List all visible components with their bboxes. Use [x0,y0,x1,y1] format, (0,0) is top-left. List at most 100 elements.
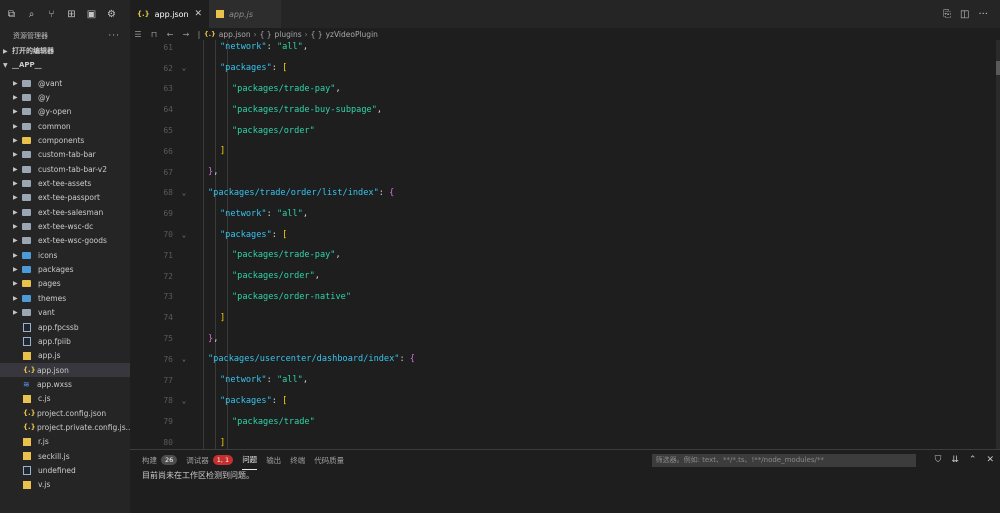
tree-item-label: ext-tee-salesman [38,207,104,217]
tree-folder[interactable]: ▶ components [0,133,130,147]
tree-file[interactable]: {.} app.json [0,362,130,378]
tree-folder[interactable]: ▶ icons [0,248,130,262]
folder-icon [22,94,31,102]
code-text: ] [193,438,225,448]
chevron-down-icon[interactable]: ⌄ [175,397,193,405]
tree-file[interactable]: app.fpcssb [0,320,130,334]
tree-file[interactable]: ≋ app.wxss [0,377,130,391]
branch-icon[interactable]: ⑂ [45,8,58,21]
code-text: "packages/trade" [193,417,315,427]
list-icon[interactable]: ☰ [130,30,146,39]
tree-file[interactable]: seckill.js [0,449,130,463]
code-token: "packages" [220,395,272,406]
code-text: ] [193,313,225,323]
tree-folder[interactable]: ▶ ext-tee-salesman [0,205,130,219]
tree-file[interactable]: v.js [0,478,130,492]
open-editors-label: 打开的编辑器 [12,47,54,55]
tree-item-label: components [38,136,85,146]
folder-icon [22,180,31,188]
tree-file[interactable]: r.js [0,435,130,449]
tree-file[interactable]: app.fpiib [0,334,130,348]
extensions-icon[interactable]: ⊞ [65,8,78,21]
code-text: "packages": [ [193,230,287,240]
code-token: , [376,104,383,115]
open-changes-icon[interactable]: ⎘ [943,9,951,20]
chevron-down-icon[interactable]: ⌄ [175,355,193,363]
scrollbar-thumb[interactable] [996,61,1000,75]
tab-app-js[interactable]: app.js [209,0,281,28]
tree-folder[interactable]: ▶ @y-open [0,105,130,119]
code-token: ] [220,437,226,448]
tree-folder[interactable]: ▶ vant [0,306,130,320]
tree-folder[interactable]: ▶ pages [0,277,130,291]
collapse-all-icon[interactable]: ⇊ [951,455,959,465]
tree-folder[interactable]: ▶ custom-tab-bar [0,148,130,162]
tree-folder[interactable]: ▶ @vant [0,76,130,90]
folder-icon [22,280,31,288]
js-file-icon [23,351,31,360]
chevron-down-icon[interactable]: ⌄ [175,231,193,239]
panel-tab[interactable]: 构建 26 [142,450,178,470]
tree-folder[interactable]: ▶ common [0,119,130,133]
code-text: "packages/order-native" [193,292,351,302]
activity-toolbar: ⧉ ⌕ ⑂ ⊞ ▣ ⚙ [0,0,130,28]
more-actions-button[interactable]: ··· [108,31,120,41]
tree-folder[interactable]: ▶ @y [0,90,130,104]
back-arrow-icon[interactable]: ← [162,30,178,39]
tab-app-json[interactable]: {.} app.json ✕ [130,0,209,28]
forward-arrow-icon[interactable]: → [178,30,194,39]
code-line: 72 "packages/order", [130,266,996,287]
panel-icon[interactable]: ▣ [85,8,98,21]
tree-folder[interactable]: ▶ custom-tab-bar-v2 [0,162,130,176]
tree-item-label: seckill.js [38,451,70,461]
project-section[interactable]: ▼ __APP__ [0,58,130,72]
filter-icon[interactable]: ⛉ [935,455,942,465]
open-editors-section[interactable]: ▶ 打开的编辑器 [0,44,130,58]
code-token: "packages/order" [232,271,315,282]
editor-scrollbar[interactable] [996,40,1000,449]
tree-folder[interactable]: ▶ ext-tee-wsc-dc [0,219,130,233]
chevron-down-icon[interactable]: ⌄ [175,189,193,197]
bookmark-icon[interactable]: ⊓ [146,30,162,39]
js-file-icon [23,452,31,461]
chevron-up-icon[interactable]: ⌃ [969,455,977,465]
breadcrumb-plugin[interactable]: { } yzVideoPlugin [311,30,378,39]
problems-filter-input[interactable]: 筛选器。例如: text、**/*.ts、!**/node_modules/** [651,453,916,467]
panel-tab[interactable]: 终端 [290,450,305,470]
code-text: "packages/usercenter/dashboard/index": { [193,354,415,364]
folder-icon [22,237,31,245]
split-editor-icon[interactable]: ◫ [960,9,969,20]
json-file-icon: {.} [23,423,36,432]
copy-icon[interactable]: ⧉ [5,8,18,21]
tree-item-label: c.js [38,394,51,404]
panel-tab[interactable]: 问题 [242,450,258,470]
panel-tab[interactable]: 代码质量 [314,450,344,470]
tree-file[interactable]: undefined [0,463,130,477]
debug-icon[interactable]: ⚙ [105,8,118,21]
panel-tab[interactable]: 输出 [266,450,281,470]
close-icon[interactable]: ✕ [194,9,202,19]
tree-file[interactable]: {.} project.private.config.js... [0,420,130,434]
chevron-right-icon: ▶ [13,237,18,245]
tree-folder[interactable]: ▶ ext-tee-wsc-goods [0,234,130,248]
chevron-right-icon: › [304,29,308,39]
tree-file[interactable]: c.js [0,392,130,406]
search-icon[interactable]: ⌕ [25,8,38,21]
breadcrumb-file[interactable]: {.} app.json [204,30,251,39]
tree-file[interactable]: {.} project.config.json [0,406,130,420]
code-line: 67}, [130,162,996,183]
panel-tab[interactable]: 调试器 1, 1 [186,450,234,470]
tree-file[interactable]: app.js [0,349,130,363]
tree-folder[interactable]: ▶ ext-tee-assets [0,176,130,190]
tree-folder[interactable]: ▶ themes [0,291,130,305]
code-line: 61 "network": "all", [130,40,996,58]
chevron-down-icon[interactable]: ⌄ [175,64,193,72]
close-icon[interactable]: ✕ [986,455,994,465]
tree-folder[interactable]: ▶ ext-tee-passport [0,191,130,205]
breadcrumb-plugins[interactable]: { } plugins [260,30,302,39]
tree-folder[interactable]: ▶ packages [0,262,130,276]
line-number: 69 [163,209,173,219]
tree-item-label: app.fpcssb [38,322,79,332]
code-editor[interactable]: 61 "network": "all", 62 ⌄ "packages": [63 "pa… [130,40,1000,449]
more-actions-icon[interactable]: ··· [978,9,988,20]
